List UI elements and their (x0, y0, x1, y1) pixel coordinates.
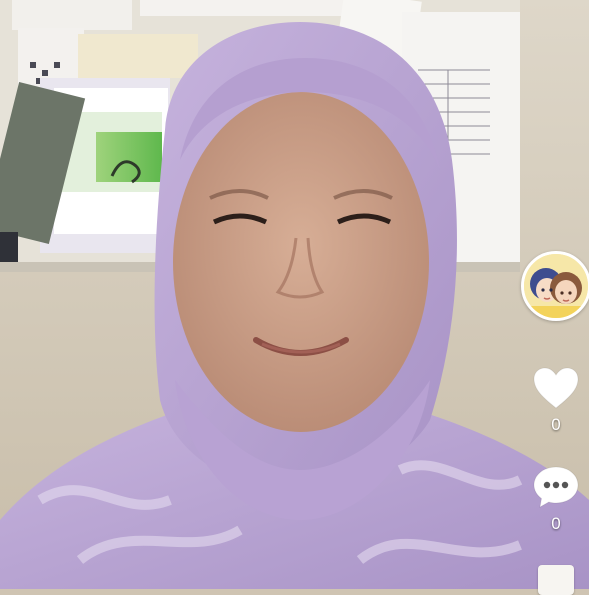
action-rail: 0 0 (499, 0, 589, 595)
comment-count: 0 (551, 514, 561, 533)
avatar-illustration (524, 254, 588, 318)
share-button[interactable] (538, 565, 574, 595)
heart-icon (533, 367, 579, 409)
creator-avatar[interactable] (521, 251, 589, 321)
chat-bubble-icon (533, 466, 579, 508)
comment-button[interactable]: 0 (530, 465, 582, 533)
like-count: 0 (551, 415, 561, 434)
like-button[interactable]: 0 (530, 366, 582, 434)
